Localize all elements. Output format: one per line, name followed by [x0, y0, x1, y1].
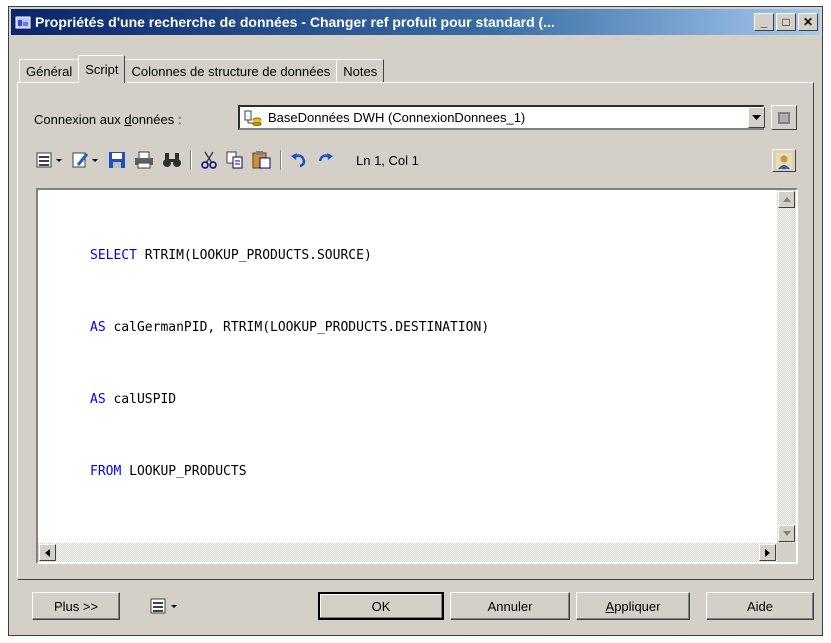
- redo-icon: [318, 153, 333, 162]
- properties-icon: [778, 111, 790, 124]
- editor-toolbar: Ln 1, Col 1: [36, 148, 419, 172]
- scroll-up-button[interactable]: [778, 191, 795, 208]
- paste-button[interactable]: [252, 149, 272, 171]
- more-button[interactable]: Plus >>: [32, 592, 120, 620]
- list-options-button[interactable]: [134, 592, 198, 620]
- ok-button[interactable]: OK: [318, 592, 444, 620]
- edit-button[interactable]: [72, 149, 100, 171]
- connection-value: BaseDonnées DWH (ConnexionDonnees_1): [268, 110, 526, 125]
- code-line: AS calUSPID: [90, 392, 177, 407]
- connection-dropdown-button[interactable]: [748, 107, 765, 128]
- menu-list-icon: [36, 152, 62, 168]
- paste-icon: [252, 151, 271, 169]
- app-icon: [15, 14, 31, 30]
- arrow-up-icon: [782, 197, 791, 202]
- toolbar-separator: [190, 150, 192, 170]
- chevron-down-icon: [752, 114, 761, 120]
- tab-strip: Général Script Colonnes de structure de …: [19, 55, 385, 83]
- menu-list-button[interactable]: [36, 149, 64, 171]
- print-icon: [135, 151, 153, 169]
- undo-button[interactable]: [290, 149, 308, 171]
- menu-list-icon: [150, 598, 177, 614]
- cut-button[interactable]: [200, 149, 218, 171]
- print-button[interactable]: [134, 149, 154, 171]
- window-title: Propriétés d'une recherche de données - …: [35, 14, 555, 30]
- cancel-button[interactable]: Annuler: [450, 592, 570, 620]
- tab-columns[interactable]: Colonnes de structure de données: [124, 59, 338, 83]
- cursor-position: Ln 1, Col 1: [356, 152, 419, 168]
- title-bar[interactable]: Propriétés d'une recherche de données - …: [11, 9, 820, 35]
- tab-label: Colonnes de structure de données: [131, 64, 331, 79]
- maximize-button[interactable]: □: [776, 13, 796, 31]
- minimize-icon: _: [760, 15, 768, 29]
- redo-button[interactable]: [316, 149, 334, 171]
- maximize-icon: □: [782, 15, 790, 29]
- copy-button[interactable]: [226, 149, 244, 171]
- connection-select[interactable]: BaseDonnées DWH (ConnexionDonnees_1): [238, 105, 764, 130]
- arrow-down-icon: [782, 531, 791, 536]
- scroll-right-button[interactable]: [759, 544, 776, 561]
- tab-label: Script: [85, 62, 119, 77]
- code-line: SELECT RTRIM(LOOKUP_PRODUCTS.SOURCE): [90, 248, 372, 263]
- scroll-down-button[interactable]: [778, 525, 795, 542]
- scroll-left-button[interactable]: [39, 544, 56, 561]
- save-button[interactable]: [108, 149, 126, 171]
- user-icon: [776, 152, 792, 169]
- toolbar-separator: [280, 150, 282, 170]
- undo-icon: [291, 153, 306, 168]
- connection-properties-button[interactable]: [771, 105, 797, 130]
- close-button[interactable]: ✕: [798, 13, 818, 31]
- arrow-left-icon: [45, 548, 50, 557]
- minimize-button[interactable]: _: [754, 13, 774, 31]
- tab-label: Notes: [343, 64, 378, 79]
- scrollbar-corner: [777, 543, 796, 562]
- script-editor[interactable]: SELECT RTRIM(LOOKUP_PRODUCTS.SOURCE) AS …: [36, 188, 798, 564]
- close-icon: ✕: [802, 15, 814, 29]
- edit-icon: [72, 152, 98, 168]
- code-area[interactable]: SELECT RTRIM(LOOKUP_PRODUCTS.SOURCE) AS …: [90, 196, 489, 532]
- cut-icon: [201, 151, 217, 169]
- tab-script[interactable]: Script: [78, 55, 126, 83]
- user-button[interactable]: [772, 149, 796, 172]
- database-connection-icon: [244, 110, 262, 126]
- code-line: AS calGermanPID, RTRIM(LOOKUP_PRODUCTS.D…: [90, 320, 490, 335]
- tab-label: Général: [26, 64, 73, 79]
- save-icon: [109, 152, 125, 168]
- find-button[interactable]: [162, 149, 182, 171]
- connection-label: Connexion aux données :: [34, 112, 182, 127]
- help-button[interactable]: Aide: [706, 592, 814, 620]
- arrow-right-icon: [765, 548, 770, 557]
- tab-notes[interactable]: Notes: [336, 59, 385, 83]
- horizontal-scrollbar[interactable]: [38, 543, 777, 562]
- find-icon: [163, 153, 181, 167]
- apply-button[interactable]: Appliquer: [576, 592, 690, 620]
- vertical-scrollbar[interactable]: [777, 190, 796, 543]
- tab-general[interactable]: Général: [19, 59, 80, 83]
- copy-icon: [226, 151, 243, 169]
- code-line: FROM LOOKUP_PRODUCTS: [90, 464, 247, 479]
